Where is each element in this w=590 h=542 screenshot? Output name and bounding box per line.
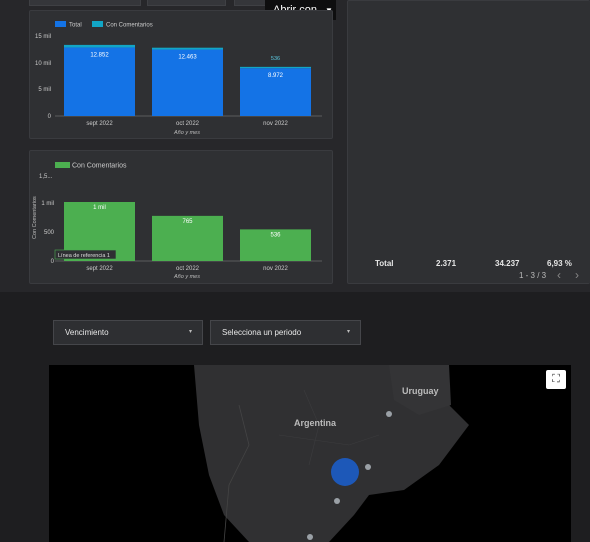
table-total-v3: 6,93 % bbox=[547, 259, 572, 268]
y-tick-0: 0 bbox=[48, 114, 52, 120]
legend-label-con-comentarios: Con Comentarios bbox=[72, 163, 127, 170]
chart-con-comentarios-card: Con Comentarios 1,5... 1 mil 500 0 Con C… bbox=[29, 150, 333, 284]
legend-label-total: Total bbox=[69, 23, 82, 29]
map-city-dot bbox=[334, 498, 340, 504]
x-tick-nov-2022: nov 2022 bbox=[263, 266, 288, 272]
data-label-nov-2022: 536 bbox=[270, 232, 281, 238]
data-label-total-oct-2022: 12.463 bbox=[178, 55, 197, 61]
chart-con-comentarios-bars: 1 mil sept 2022 765 oct 2022 536 nov 2022 bbox=[64, 202, 311, 272]
pagination-info: 1 - 3 / 3 bbox=[519, 271, 547, 280]
y-tick-5: 5 mil bbox=[38, 87, 51, 93]
x-axis-title: Año y mes bbox=[173, 130, 200, 136]
period-selector-label: Selecciona un periodo bbox=[222, 328, 302, 337]
legend-swatch-total bbox=[55, 21, 66, 27]
x-axis-title: Año y mes bbox=[173, 274, 200, 280]
map-label-uruguay: Uruguay bbox=[402, 386, 439, 396]
legend-label-con-comentarios: Con Comentarios bbox=[106, 23, 153, 29]
vencimiento-label: Vencimiento bbox=[65, 328, 109, 337]
dropdown-arrow-icon: ▾ bbox=[188, 329, 192, 335]
prev-page-icon[interactable]: ‹ bbox=[557, 268, 561, 282]
x-tick-oct-2022: oct 2022 bbox=[176, 266, 200, 272]
reference-line-label: Línea de referencia 1 bbox=[58, 253, 110, 259]
chart-total: Total Con Comentarios 15 mil 10 mil 5 mi… bbox=[35, 21, 322, 136]
table-card bbox=[347, 0, 590, 284]
y-tick-15: 15 mil bbox=[35, 34, 51, 40]
y-tick-500: 500 bbox=[44, 230, 55, 236]
chart-total-card: Total Con Comentarios 15 mil 10 mil 5 mi… bbox=[29, 10, 333, 139]
map-canvas: Uruguay Argentina bbox=[194, 365, 469, 542]
data-label-total-sept-2022: 12.852 bbox=[90, 52, 109, 58]
y-tick-0: 0 bbox=[51, 259, 55, 265]
table-total-v2: 34.237 bbox=[495, 259, 520, 268]
data-label-oct-2022: 765 bbox=[182, 219, 193, 225]
x-tick-sept-2022: sept 2022 bbox=[86, 266, 113, 272]
chart-con-comentarios: Con Comentarios 1,5... 1 mil 500 0 Con C… bbox=[32, 162, 322, 280]
x-tick-nov-2022: nov 2022 bbox=[263, 121, 288, 127]
y-axis-title: Con Comentarios bbox=[32, 196, 38, 239]
x-tick-sept-2022: sept 2022 bbox=[86, 121, 113, 127]
map-city-dot bbox=[365, 464, 371, 470]
card-stub-2 bbox=[147, 0, 226, 6]
table-total-v1: 2.371 bbox=[436, 259, 457, 268]
y-tick-10: 10 mil bbox=[35, 61, 51, 67]
bar-con-comentarios-sept-2022[interactable] bbox=[64, 44, 135, 48]
bar-con-comentarios-nov-2022[interactable] bbox=[240, 66, 311, 69]
card-stub-1 bbox=[29, 0, 141, 6]
map-city-dot bbox=[307, 534, 313, 540]
fullscreen-button[interactable]: ⛶ bbox=[546, 370, 566, 389]
legend-swatch-con-comentarios bbox=[92, 21, 103, 27]
chart-total-bars: 12.852 sept 2022 12.463 oct 2022 8.972 536 nov… bbox=[64, 44, 311, 127]
map-view[interactable]: Uruguay Argentina ⛶ bbox=[49, 365, 571, 542]
data-label-con-comentarios-nov-2022: 536 bbox=[271, 56, 280, 62]
table-total-label: Total bbox=[375, 259, 394, 268]
vencimiento-dropdown[interactable]: Vencimiento ▾ bbox=[53, 320, 203, 345]
data-label-total-nov-2022: 8.972 bbox=[268, 73, 284, 79]
y-tick-1500: 1,5... bbox=[39, 174, 53, 180]
fullscreen-icon: ⛶ bbox=[552, 373, 560, 385]
period-selector[interactable]: Selecciona un periodo ▾ bbox=[210, 320, 361, 345]
x-tick-oct-2022: oct 2022 bbox=[176, 121, 200, 127]
next-page-icon[interactable]: › bbox=[575, 268, 579, 282]
dropdown-arrow-icon: ▾ bbox=[346, 329, 350, 335]
map-city-dot bbox=[386, 411, 392, 417]
data-label-sept-2022: 1 mil bbox=[93, 205, 106, 211]
y-tick-1000: 1 mil bbox=[41, 201, 54, 207]
map-label-argentina: Argentina bbox=[294, 418, 337, 428]
bar-con-comentarios-oct-2022[interactable] bbox=[152, 47, 223, 50]
legend-swatch-con-comentarios bbox=[55, 162, 70, 168]
data-bubble[interactable] bbox=[331, 458, 359, 486]
